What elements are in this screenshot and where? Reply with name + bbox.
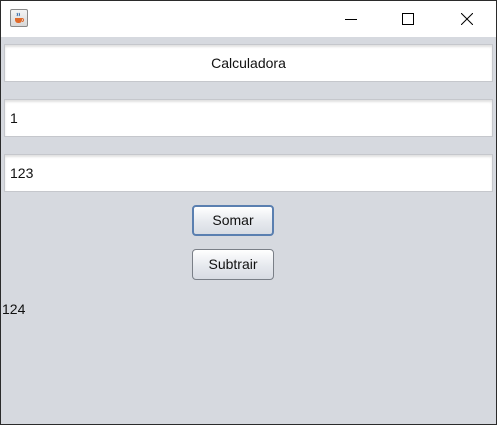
result-label: 124 — [2, 301, 26, 317]
close-button[interactable] — [444, 1, 490, 37]
calculator-window: Calculadora 1 123 Somar Subtrair 124 — [0, 0, 497, 425]
maximize-icon — [402, 13, 414, 25]
maximize-button[interactable] — [385, 1, 431, 37]
title-bar[interactable] — [1, 1, 496, 37]
close-icon — [461, 13, 473, 25]
java-cup-icon[interactable] — [10, 9, 28, 27]
minimize-button[interactable] — [328, 1, 374, 37]
minimize-icon — [345, 19, 357, 20]
header-field[interactable]: Calculadora — [4, 44, 493, 82]
first-number-input[interactable]: 1 — [4, 99, 493, 137]
subtract-button[interactable]: Subtrair — [192, 249, 274, 280]
sum-button[interactable]: Somar — [192, 205, 274, 236]
second-number-input[interactable]: 123 — [4, 154, 493, 192]
